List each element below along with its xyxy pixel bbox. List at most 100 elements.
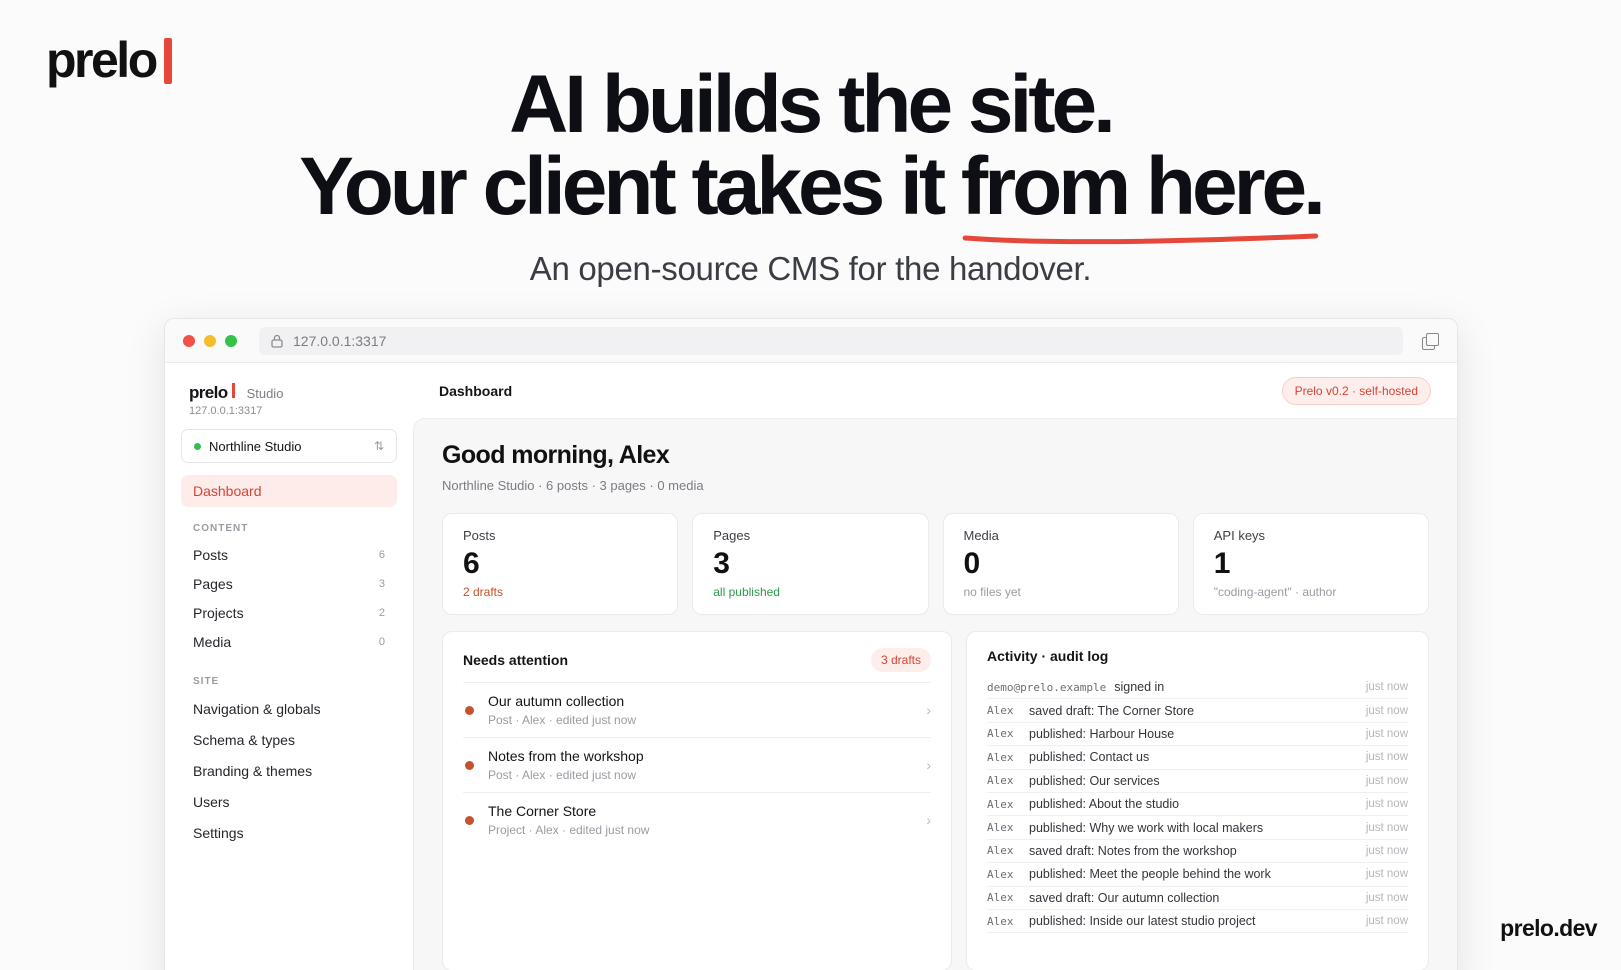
workspace-switcher[interactable]: Northline Studio ⇅ — [181, 429, 397, 463]
log-time: just now — [1365, 774, 1408, 787]
sidebar-item-media[interactable]: Media 0 — [181, 627, 397, 656]
log-time: just now — [1365, 844, 1408, 857]
tabs-overview-icon[interactable] — [1421, 332, 1439, 350]
log-time: just now — [1365, 751, 1408, 764]
log-row: Alex published: Why we work with local ma… — [987, 816, 1408, 840]
log-action: saved draft: Notes from the workshop — [1029, 843, 1237, 858]
log-actor: Alex — [987, 750, 1014, 764]
sidebar-item-dashboard[interactable]: Dashboard — [181, 475, 397, 507]
browser-titlebar: 127.0.0.1:3317 — [165, 319, 1457, 363]
log-row: Alex published: About the studio just now — [987, 793, 1408, 817]
close-window-button[interactable] — [183, 334, 195, 347]
sidebar-wordmark: prelo — [189, 383, 228, 402]
stat-card-api-keys[interactable]: API keys 1 "coding-agent" · author — [1192, 513, 1429, 615]
sidebar-item-users[interactable]: Users — [181, 786, 397, 817]
attention-item[interactable]: Notes from the workshop Post · Alex · ed… — [463, 737, 931, 792]
lock-icon — [271, 334, 283, 348]
sidebar-brand-bar — [231, 383, 235, 398]
log-actor: Alex — [987, 867, 1014, 881]
log-actor: Alex — [987, 844, 1014, 858]
log-time: just now — [1365, 868, 1408, 881]
log-time: just now — [1365, 891, 1408, 904]
log-time: just now — [1365, 727, 1408, 740]
sidebar-item-pages[interactable]: Pages 3 — [181, 569, 397, 598]
log-action: saved draft: Our autumn collection — [1029, 890, 1220, 905]
log-actor: Alex — [987, 727, 1014, 741]
log-action: published: About the studio — [1029, 797, 1180, 812]
nav-group-content: CONTENT — [193, 523, 249, 534]
chevron-right-icon: › — [926, 812, 931, 828]
hero-underline-stroke — [962, 233, 1319, 245]
activity-log-panel: Activity · audit log demo@prelo.example s… — [966, 631, 1429, 970]
log-actor: demo@prelo.example — [987, 680, 1107, 694]
window-controls — [183, 334, 237, 347]
minimize-window-button[interactable] — [204, 334, 216, 347]
stat-card-media[interactable]: Media 0 no files yet — [942, 513, 1179, 615]
maximize-window-button[interactable] — [225, 334, 237, 347]
draft-status-dot — [465, 760, 474, 770]
nav-group-site: SITE — [193, 676, 220, 687]
browser-window: 127.0.0.1:3317 prelo Studio 127.0.0.1:33… — [164, 318, 1458, 970]
switch-workspace-icon: ⇅ — [373, 439, 384, 453]
log-time: just now — [1365, 821, 1408, 834]
log-actor: Alex — [987, 774, 1014, 788]
site-summary: Northline Studio · 6 posts · 3 pages · 0… — [442, 478, 704, 493]
log-time: just now — [1365, 915, 1408, 928]
log-row: Alex published: Inside our latest studio … — [987, 910, 1408, 934]
main-area: Dashboard Prelo v0.2 · self-hosted Good … — [413, 363, 1457, 970]
panels-row: Needs attention 3 drafts Our autumn coll… — [442, 631, 1429, 970]
stat-card-posts[interactable]: Posts 6 2 drafts — [442, 513, 679, 615]
draft-status-dot — [465, 705, 474, 715]
hero-line-1: AI builds the site. — [509, 59, 1116, 150]
chevron-right-icon: › — [926, 702, 931, 718]
log-actor: Alex — [987, 797, 1014, 811]
hero: AI builds the site. Your client takes it… — [0, 64, 1621, 288]
sidebar-host: 127.0.0.1:3317 — [189, 405, 263, 417]
hero-line-2-start: Your client takes it — [299, 141, 961, 232]
sidebar-item-navigation[interactable]: Navigation & globals — [181, 693, 397, 724]
projects-count: 2 — [378, 606, 385, 619]
draft-status-dot — [465, 815, 474, 825]
log-action: published: Harbour House — [1029, 726, 1175, 741]
log-actor: Alex — [987, 821, 1014, 835]
greeting: Good morning, Alex — [442, 441, 670, 469]
log-action: published: Meet the people behind the wo… — [1029, 867, 1271, 882]
version-badge: Prelo v0.2 · self-hosted — [1281, 376, 1431, 405]
hero-title: AI builds the site. Your client takes it… — [0, 64, 1621, 245]
sidebar-item-branding[interactable]: Branding & themes — [181, 755, 397, 786]
sidebar-item-posts[interactable]: Posts 6 — [181, 540, 397, 569]
address-bar[interactable]: 127.0.0.1:3317 — [259, 326, 1403, 355]
footer-site-link[interactable]: prelo.dev — [1500, 915, 1597, 942]
media-count: 0 — [378, 635, 385, 648]
needs-attention-title: Needs attention — [463, 652, 569, 668]
sidebar: prelo Studio 127.0.0.1:3317 Northline St… — [165, 363, 413, 970]
log-time: just now — [1365, 681, 1408, 694]
log-row: Alex published: Meet the people behind th… — [987, 863, 1408, 887]
log-row: Alex saved draft: The Corner Store just no… — [987, 699, 1408, 723]
attention-item[interactable]: Our autumn collection Post · Alex · edit… — [463, 682, 931, 737]
log-row: Alex published: Our services just now — [987, 770, 1408, 793]
sidebar-brand[interactable]: prelo Studio — [181, 383, 397, 403]
log-time: just now — [1365, 704, 1408, 717]
attention-item[interactable]: The Corner Store Project · Alex · edited… — [463, 792, 931, 847]
activity-log-title: Activity · audit log — [987, 648, 1109, 664]
log-action: signed in — [1114, 680, 1165, 695]
sidebar-studio-label: Studio — [246, 386, 284, 401]
pages-count: 3 — [378, 577, 385, 590]
workspace-name: Northline Studio — [209, 438, 302, 454]
log-row: Alex published: Harbour House just now — [987, 723, 1408, 747]
stat-card-pages[interactable]: Pages 3 all published — [692, 513, 929, 615]
page-title: Dashboard — [439, 382, 513, 399]
log-action: published: Our services — [1029, 773, 1160, 788]
sidebar-item-settings[interactable]: Settings — [181, 817, 397, 848]
log-action: published: Contact us — [1029, 750, 1150, 765]
dashboard-content: Good morning, Alex Northline Studio · 6 … — [413, 418, 1457, 970]
log-actor: Alex — [987, 914, 1014, 928]
address-url: 127.0.0.1:3317 — [293, 332, 387, 349]
activity-log-list: demo@prelo.example signed in just now Alex s… — [987, 676, 1408, 934]
sidebar-item-projects[interactable]: Projects 2 — [181, 598, 397, 627]
log-row: Alex saved draft: Notes from the workshop… — [987, 840, 1408, 864]
stats-row: Posts 6 2 drafts Pages 3 all published M… — [442, 513, 1429, 615]
log-time: just now — [1365, 798, 1408, 811]
sidebar-item-schema[interactable]: Schema & types — [181, 724, 397, 755]
